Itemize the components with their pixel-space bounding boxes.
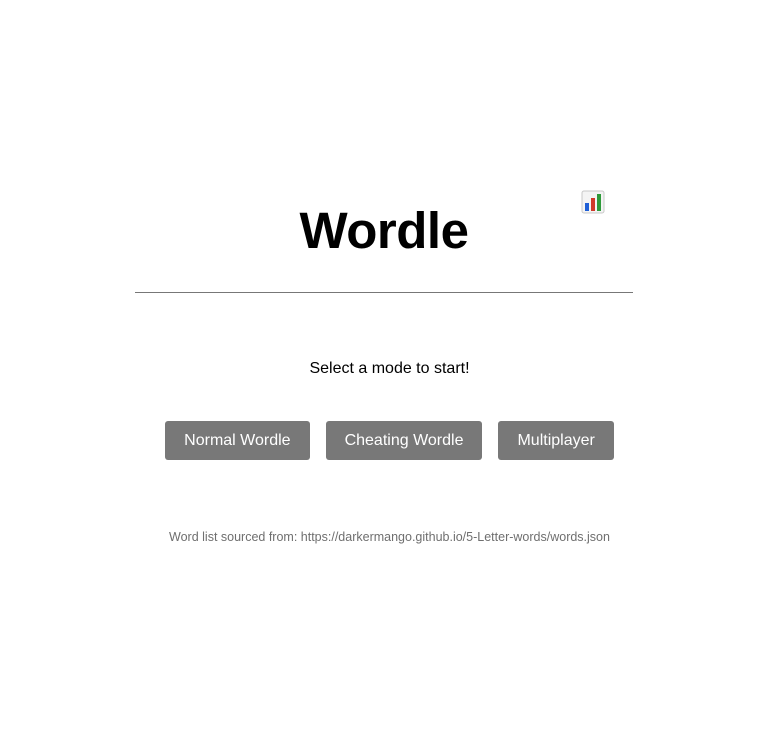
bar-chart-icon: [581, 190, 605, 214]
normal-wordle-button[interactable]: Normal Wordle: [165, 421, 310, 460]
stats-button[interactable]: [580, 189, 606, 215]
mode-prompt: Select a mode to start!: [309, 360, 470, 377]
cheating-wordle-button[interactable]: Cheating Wordle: [325, 421, 483, 460]
page-title: Wordle: [299, 202, 469, 259]
page: Wordle Select a mode to start! Normal Wo…: [0, 0, 779, 742]
word-list-source: Word list sourced from: https://darkerma…: [169, 530, 610, 544]
mode-button-group: Normal Wordle Cheating Wordle Multiplaye…: [0, 421, 779, 460]
multiplayer-button[interactable]: Multiplayer: [498, 421, 614, 460]
header: Wordle: [135, 180, 633, 293]
